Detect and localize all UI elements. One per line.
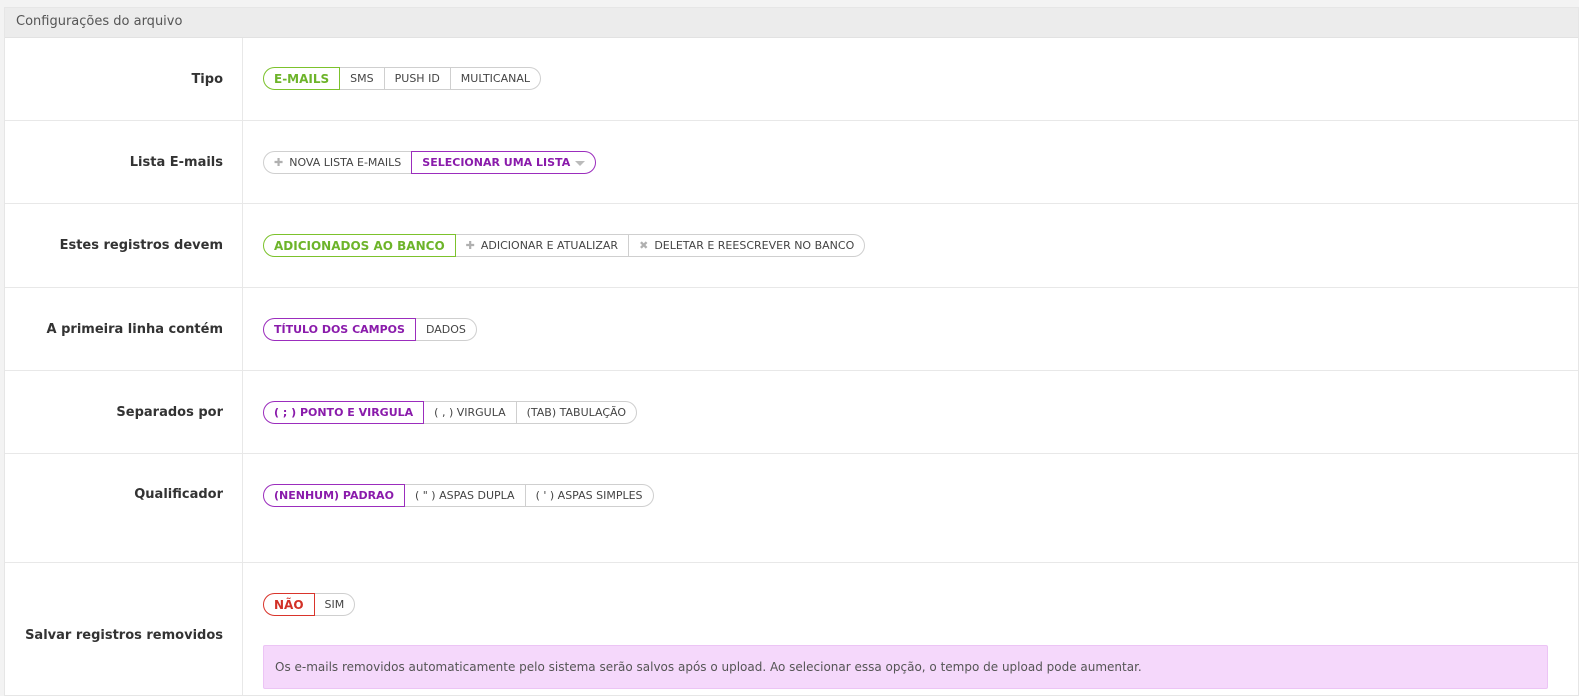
select-list-dropdown[interactable]: SELECIONAR UMA LISTA [411, 151, 597, 174]
dados-button[interactable]: DADOS [414, 318, 477, 341]
nao-button[interactable]: NÃO [263, 593, 315, 616]
aspas-simples-button[interactable]: ( ' ) ASPAS SIMPLES [524, 484, 654, 507]
tipo-sms-button[interactable]: SMS [339, 67, 385, 90]
row-label: Estes registros devem [5, 204, 243, 287]
separados-toggle-group: ( ; ) PONTO E VIRGULA ( , ) VIRGULA (TAB… [263, 401, 638, 424]
row-lista-emails: Lista E-mails ✚ NOVA LISTA E-MAILS SELEC… [5, 121, 1578, 204]
salvar-toggle-group: NÃO SIM [263, 593, 356, 616]
file-settings-panel: Configurações do arquivo Tipo E-MAILS SM… [4, 7, 1579, 696]
primeira-linha-toggle-group: TÍTULO DOS CAMPOS DADOS [263, 318, 477, 341]
ponto-virgula-button[interactable]: ( ; ) PONTO E VIRGULA [263, 401, 425, 424]
new-list-label: NOVA LISTA E-MAILS [289, 156, 402, 169]
select-list-label: SELECIONAR UMA LISTA [422, 156, 571, 169]
nenhum-padrao-button[interactable]: (NENHUM) PADRAO [263, 484, 405, 507]
qualificador-toggle-group: (NENHUM) PADRAO ( " ) ASPAS DUPLA ( ' ) … [263, 484, 654, 507]
row-label: Salvar registros removidos [5, 563, 243, 695]
row-salvar-removidos: Salvar registros removidos NÃO SIM Os e-… [5, 563, 1578, 695]
lista-button-group: ✚ NOVA LISTA E-MAILS SELECIONAR UMA LIST… [263, 151, 597, 174]
registros-toggle-group: ADICIONADOS AO BANCO ✚ ADICIONAR E ATUAL… [263, 234, 866, 257]
tipo-multicanal-button[interactable]: MULTICANAL [449, 67, 542, 90]
titulo-campos-button[interactable]: TÍTULO DOS CAMPOS [263, 318, 416, 341]
deletar-reescrever-button[interactable]: ✖ DELETAR E REESCREVER NO BANCO [628, 234, 866, 257]
sim-button[interactable]: SIM [313, 593, 356, 616]
tipo-toggle-group: E-MAILS SMS PUSH ID MULTICANAL [263, 67, 542, 90]
adicionados-button[interactable]: ADICIONADOS AO BANCO [263, 234, 456, 257]
deletar-reescrever-label: DELETAR E REESCREVER NO BANCO [654, 239, 855, 252]
info-message: Os e-mails removidos automaticamente pel… [263, 645, 1548, 689]
row-registros: Estes registros devem ADICIONADOS AO BAN… [5, 204, 1578, 288]
row-label: Tipo [5, 38, 243, 120]
row-label: Qualificador [5, 454, 243, 562]
virgula-button[interactable]: ( , ) VIRGULA [423, 401, 517, 424]
plus-icon: ✚ [274, 156, 284, 169]
aspas-dupla-button[interactable]: ( " ) ASPAS DUPLA [403, 484, 526, 507]
tipo-push-id-button[interactable]: PUSH ID [383, 67, 451, 90]
cross-icon: ✖ [639, 239, 649, 252]
row-tipo: Tipo E-MAILS SMS PUSH ID MULTICANAL [5, 38, 1578, 121]
adicionar-atualizar-label: ADICIONAR E ATUALIZAR [480, 239, 619, 252]
row-primeira-linha: A primeira linha contém TÍTULO DOS CAMPO… [5, 288, 1578, 371]
plus-icon: ✚ [465, 239, 475, 252]
row-label: Separados por [5, 371, 243, 453]
panel-title: Configurações do arquivo [5, 8, 1578, 38]
caret-down-icon [575, 161, 586, 166]
row-separados: Separados por ( ; ) PONTO E VIRGULA ( , … [5, 371, 1578, 454]
tipo-emails-button[interactable]: E-MAILS [263, 67, 341, 90]
row-label: Lista E-mails [5, 121, 243, 203]
row-label: A primeira linha contém [5, 288, 243, 370]
new-list-button[interactable]: ✚ NOVA LISTA E-MAILS [263, 151, 413, 174]
adicionar-atualizar-button[interactable]: ✚ ADICIONAR E ATUALIZAR [454, 234, 630, 257]
row-qualificador: Qualificador (NENHUM) PADRAO ( " ) ASPAS… [5, 454, 1578, 563]
tabulacao-button[interactable]: (TAB) TABULAÇÃO [515, 401, 638, 424]
